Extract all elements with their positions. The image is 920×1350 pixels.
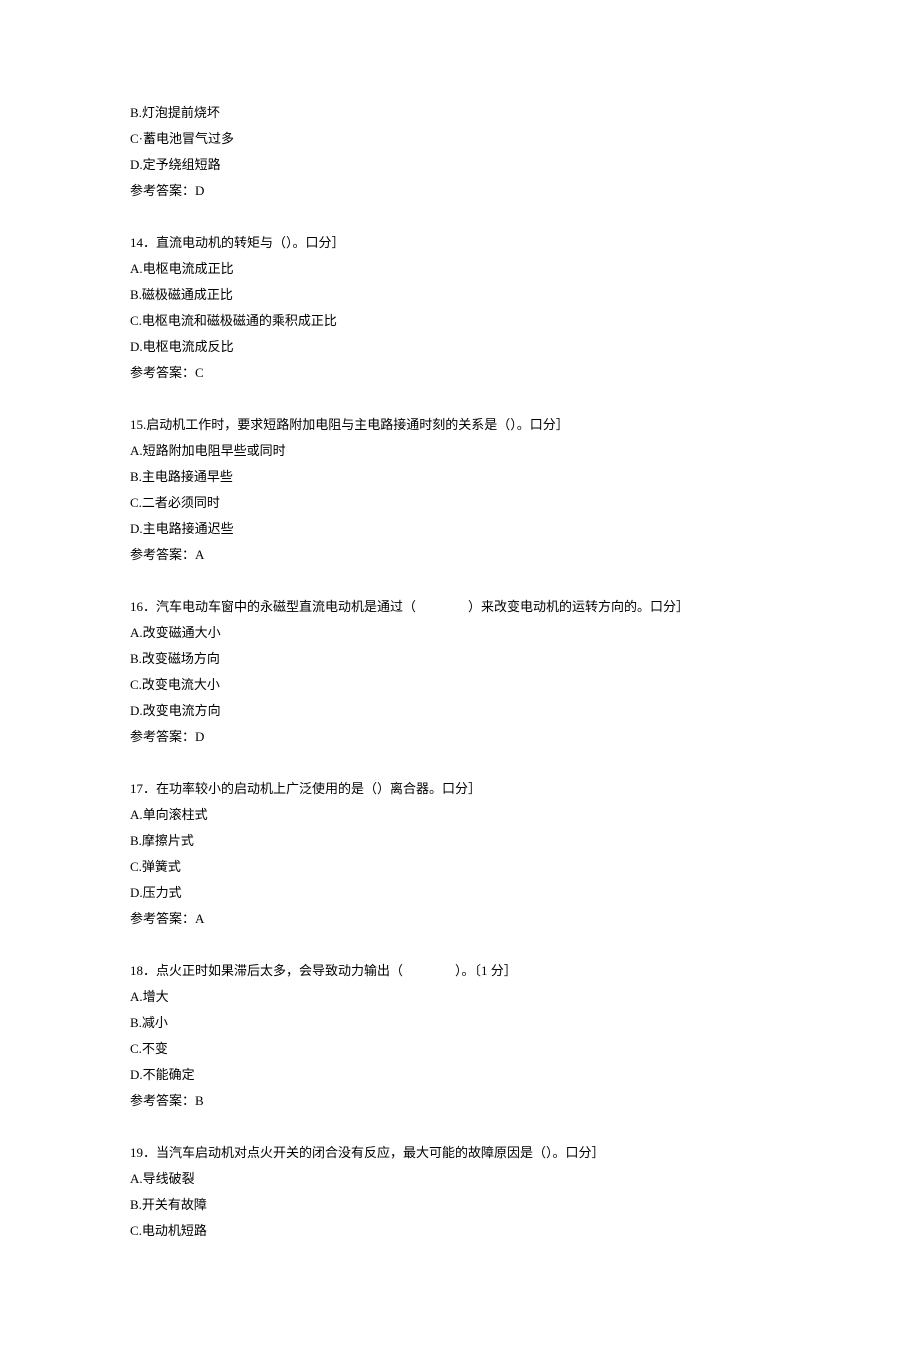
question-number: 17 [130,776,143,802]
question-17: 17 ．在功率较小的启动机上广泛使用的是（）离合器。口分］ A.单向滚柱式 B.… [130,776,790,932]
option-text: B.灯泡提前烧坏 [130,100,790,126]
option-text: D.不能确定 [130,1062,790,1088]
option-text: C.电枢电流和磁极磁通的乘积成正比 [130,308,790,334]
option-text: B.改变磁场方向 [130,646,790,672]
option-text: B.开关有故障 [130,1192,790,1218]
option-text: B.主电路接通早些 [130,464,790,490]
answer-text: 参考答案：C [130,360,790,386]
option-text: C.电动机短路 [130,1218,790,1244]
option-text: A.导线破裂 [130,1166,790,1192]
option-text: C.弹簧式 [130,854,790,880]
question-14: 14 ．直流电动机的转矩与（）。口分］ A.电枢电流成正比 B.磁极磁通成正比 … [130,230,790,386]
option-text: D.主电路接通迟些 [130,516,790,542]
question-stem: ．点火正时如果滞后太多，会导致动力输出（ ）。〔1 分］ [143,958,517,984]
question-stem: 启动机工作时，要求短路附加电阻与主电路接通时刻的关系是（）。口分］ [146,412,569,438]
question-stem: ．当汽车启动机对点火开关的闭合没有反应，最大可能的故障原因是（）。口分］ [143,1140,605,1166]
question-18: 18 ．点火正时如果滞后太多，会导致动力输出（ ）。〔1 分］ A.增大 B.减… [130,958,790,1114]
question-number: 19 [130,1140,143,1166]
question-stem: ．汽车电动车窗中的永磁型直流电动机是通过（ ）来改变电动机的运转方向的。口分］ [143,594,689,620]
question-number: 14 [130,230,143,256]
option-text: A.电枢电流成正比 [130,256,790,282]
option-text: B.磁极磁通成正比 [130,282,790,308]
option-text: D.定予绕组短路 [130,152,790,178]
answer-text: 参考答案：A [130,906,790,932]
option-text: D.改变电流方向 [130,698,790,724]
question-number: 15. [130,412,146,438]
option-text: C.改变电流大小 [130,672,790,698]
question-16: 16 ．汽车电动车窗中的永磁型直流电动机是通过（ ）来改变电动机的运转方向的。口… [130,594,790,750]
option-text: A.改变磁通大小 [130,620,790,646]
question-number: 16 [130,594,143,620]
option-text: A.增大 [130,984,790,1010]
option-text: A.短路附加电阻早些或同时 [130,438,790,464]
option-text: D.电枢电流成反比 [130,334,790,360]
option-text: A.单向滚柱式 [130,802,790,828]
question-number: 18 [130,958,143,984]
answer-text: 参考答案：B [130,1088,790,1114]
option-text: C·蓄电池冒气过多 [130,126,790,152]
question-19: 19 ．当汽车启动机对点火开关的闭合没有反应，最大可能的故障原因是（）。口分］ … [130,1140,790,1244]
question-stem: ．在功率较小的启动机上广泛使用的是（）离合器。口分］ [143,776,481,802]
option-text: B.摩擦片式 [130,828,790,854]
question-13-partial: B.灯泡提前烧坏 C·蓄电池冒气过多 D.定予绕组短路 参考答案：D [130,100,790,204]
option-text: C.二者必须同时 [130,490,790,516]
option-text: B.减小 [130,1010,790,1036]
option-text: C.不变 [130,1036,790,1062]
answer-text: 参考答案：D [130,724,790,750]
answer-text: 参考答案：D [130,178,790,204]
answer-text: 参考答案：A [130,542,790,568]
question-15: 15. 启动机工作时，要求短路附加电阻与主电路接通时刻的关系是（）。口分］ A.… [130,412,790,568]
question-stem: ．直流电动机的转矩与（）。口分］ [143,230,345,256]
option-text: D.压力式 [130,880,790,906]
